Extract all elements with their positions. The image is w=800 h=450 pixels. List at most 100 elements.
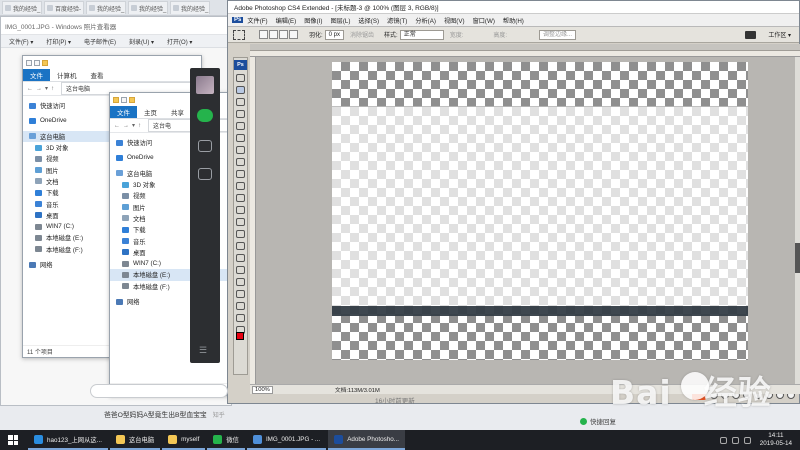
nav-item[interactable]: OneDrive — [110, 152, 244, 163]
tray-icon[interactable] — [743, 436, 751, 444]
quick-select-tool-icon[interactable] — [236, 110, 245, 118]
news-headline[interactable]: 爸爸O型妈妈A型竟生出B型血宝宝 知乎 — [104, 409, 225, 419]
nav-arrows-icon[interactable]: ←→▾↑ — [27, 85, 57, 92]
photo-viewer-menu-item[interactable]: 打开(O) ▾ — [167, 37, 192, 46]
eraser-tool-icon[interactable] — [236, 194, 245, 202]
nav-item[interactable]: 这台电脑 — [110, 168, 244, 179]
3d-rotate-tool-icon[interactable] — [236, 290, 245, 298]
photoshop-menu-item[interactable]: 编辑(E) — [276, 16, 297, 25]
nav-item[interactable]: 下载 — [110, 224, 244, 235]
taskbar-item[interactable]: IMG_0001.JPG - ... — [246, 430, 327, 450]
refine-edge-button[interactable]: 调整边缘... — [539, 29, 577, 40]
browser-tab[interactable]: 百度经验- — [44, 1, 84, 14]
nav-item[interactable]: 3D 对象 — [110, 179, 244, 190]
nav-item[interactable]: 音乐 — [110, 235, 244, 246]
move-tool-icon[interactable] — [236, 74, 245, 82]
type-tool-icon[interactable] — [236, 254, 245, 262]
history-brush-tool-icon[interactable] — [236, 182, 245, 190]
camera-icon[interactable] — [745, 30, 757, 39]
clone-stamp-tool-icon[interactable] — [236, 170, 245, 178]
nav-item-icon — [35, 212, 42, 219]
transparent-canvas[interactable] — [332, 62, 748, 360]
nav-item[interactable]: WIN7 (C:) — [110, 258, 244, 269]
scrollbar-thumb[interactable] — [795, 243, 800, 273]
photoshop-menu-item[interactable]: 视图(V) — [444, 16, 465, 25]
intersect-selection-icon[interactable] — [289, 30, 298, 39]
ribbon-file-tab[interactable]: 文件 — [110, 106, 137, 118]
photoshop-menu-item[interactable]: 文件(F) — [247, 16, 267, 25]
photoshop-menu-item[interactable]: 选择(S) — [358, 16, 379, 25]
subtract-selection-icon[interactable] — [279, 30, 288, 39]
brush-tool-icon[interactable] — [236, 158, 245, 166]
taskbar-item[interactable]: Adobe Photosho... — [328, 430, 406, 450]
browser-tab[interactable]: 我的经验_ — [2, 1, 42, 14]
nav-item[interactable]: 图片 — [110, 201, 244, 212]
shape-tool-icon[interactable] — [236, 278, 245, 286]
nav-item[interactable]: 本地磁盘 (F:) — [110, 281, 244, 292]
nav-item[interactable]: 网络 — [110, 296, 244, 307]
windows-start-icon[interactable] — [8, 435, 18, 445]
marquee-tool-icon[interactable] — [233, 29, 245, 40]
add-selection-icon[interactable] — [269, 30, 278, 39]
photoshop-menu-item[interactable]: 滤镜(T) — [387, 16, 407, 25]
eyedropper-tool-icon[interactable] — [236, 134, 245, 142]
nav-item[interactable]: 桌面 — [110, 247, 244, 258]
photo-viewer-menu-item[interactable]: 打印(P) ▾ — [46, 37, 71, 46]
fast-reply-label[interactable]: 快捷回复 — [590, 416, 616, 426]
clock[interactable]: 14:11 2019-05-14 — [760, 432, 792, 448]
feather-input[interactable]: 0 px — [324, 29, 345, 40]
ribbon-tab[interactable]: 共享 — [164, 106, 191, 118]
style-select[interactable]: 正常 — [399, 29, 444, 40]
contacts-icon[interactable] — [198, 140, 212, 152]
ribbon-tab[interactable]: 计算机 — [50, 69, 84, 81]
browser-tab[interactable]: 我的经验_ — [170, 1, 210, 14]
avatar[interactable] — [196, 76, 214, 94]
ribbon-file-tab[interactable]: 文件 — [23, 69, 50, 81]
path-select-tool-icon[interactable] — [236, 266, 245, 274]
nav-arrows-icon[interactable]: ←→▾↑ — [114, 122, 144, 129]
photoshop-menu-item[interactable]: 帮助(H) — [503, 16, 524, 25]
blur-tool-icon[interactable] — [236, 218, 245, 226]
search-pill[interactable] — [90, 384, 228, 398]
nav-item[interactable]: 视频 — [110, 190, 244, 201]
pen-tool-icon[interactable] — [236, 242, 245, 250]
photoshop-menu-item[interactable]: 图层(L) — [330, 16, 350, 25]
news-title[interactable]: 爸爸O型妈妈A型竟生出B型血宝宝 — [104, 412, 207, 419]
browser-tab[interactable]: 我的经验_ — [128, 1, 168, 14]
chat-icon[interactable] — [197, 109, 213, 122]
photo-viewer-menu-item[interactable]: 刻录(U) ▾ — [129, 37, 154, 46]
workspace-button[interactable]: 工作区 ▾ — [768, 30, 791, 39]
taskbar-item[interactable]: 微信 — [207, 430, 245, 450]
foreground-color-swatch[interactable] — [236, 332, 244, 340]
tray-icon[interactable] — [719, 436, 727, 444]
menu-icon[interactable]: ☰ — [199, 345, 207, 356]
antialias-checkbox[interactable]: 消除锯齿 — [350, 30, 374, 39]
new-selection-icon[interactable] — [259, 30, 268, 39]
gradient-tool-icon[interactable] — [236, 206, 245, 214]
crop-tool-icon[interactable] — [236, 122, 245, 130]
nav-item[interactable]: 快速访问 — [110, 137, 244, 148]
lasso-tool-icon[interactable] — [236, 98, 245, 106]
photo-viewer-menu-item[interactable]: 电子邮件(E) — [84, 37, 116, 46]
tray-icon[interactable] — [731, 436, 739, 444]
dodge-tool-icon[interactable] — [236, 230, 245, 238]
photoshop-menu-item[interactable]: 图像(I) — [304, 16, 322, 25]
photoshop-menu-item[interactable]: 分析(A) — [415, 16, 436, 25]
3d-orbit-tool-icon[interactable] — [236, 302, 245, 310]
browser-tab[interactable]: 我的经验_ — [86, 1, 126, 14]
nav-item[interactable]: 本地磁盘 (E:) — [110, 269, 244, 281]
vertical-scrollbar[interactable] — [795, 57, 800, 384]
nav-item[interactable]: 文档 — [110, 213, 244, 224]
taskbar-item[interactable]: 这台电脑 — [109, 430, 161, 450]
cube-icon[interactable] — [198, 168, 212, 180]
taskbar-item[interactable]: myself — [162, 430, 206, 450]
healing-tool-icon[interactable] — [236, 146, 245, 154]
photo-viewer-menu-item[interactable]: 文件(F) ▾ — [9, 37, 33, 46]
ribbon-tab[interactable]: 查看 — [84, 69, 111, 81]
fast-reply[interactable]: 快捷回复 — [580, 416, 616, 426]
marquee-tool-icon[interactable] — [236, 86, 245, 94]
photoshop-menu-item[interactable]: 窗口(W) — [473, 16, 495, 25]
hand-tool-icon[interactable] — [236, 314, 245, 322]
ribbon-tab[interactable]: 主页 — [137, 106, 164, 118]
taskbar-item[interactable]: hao123_上网从这... — [28, 430, 108, 450]
